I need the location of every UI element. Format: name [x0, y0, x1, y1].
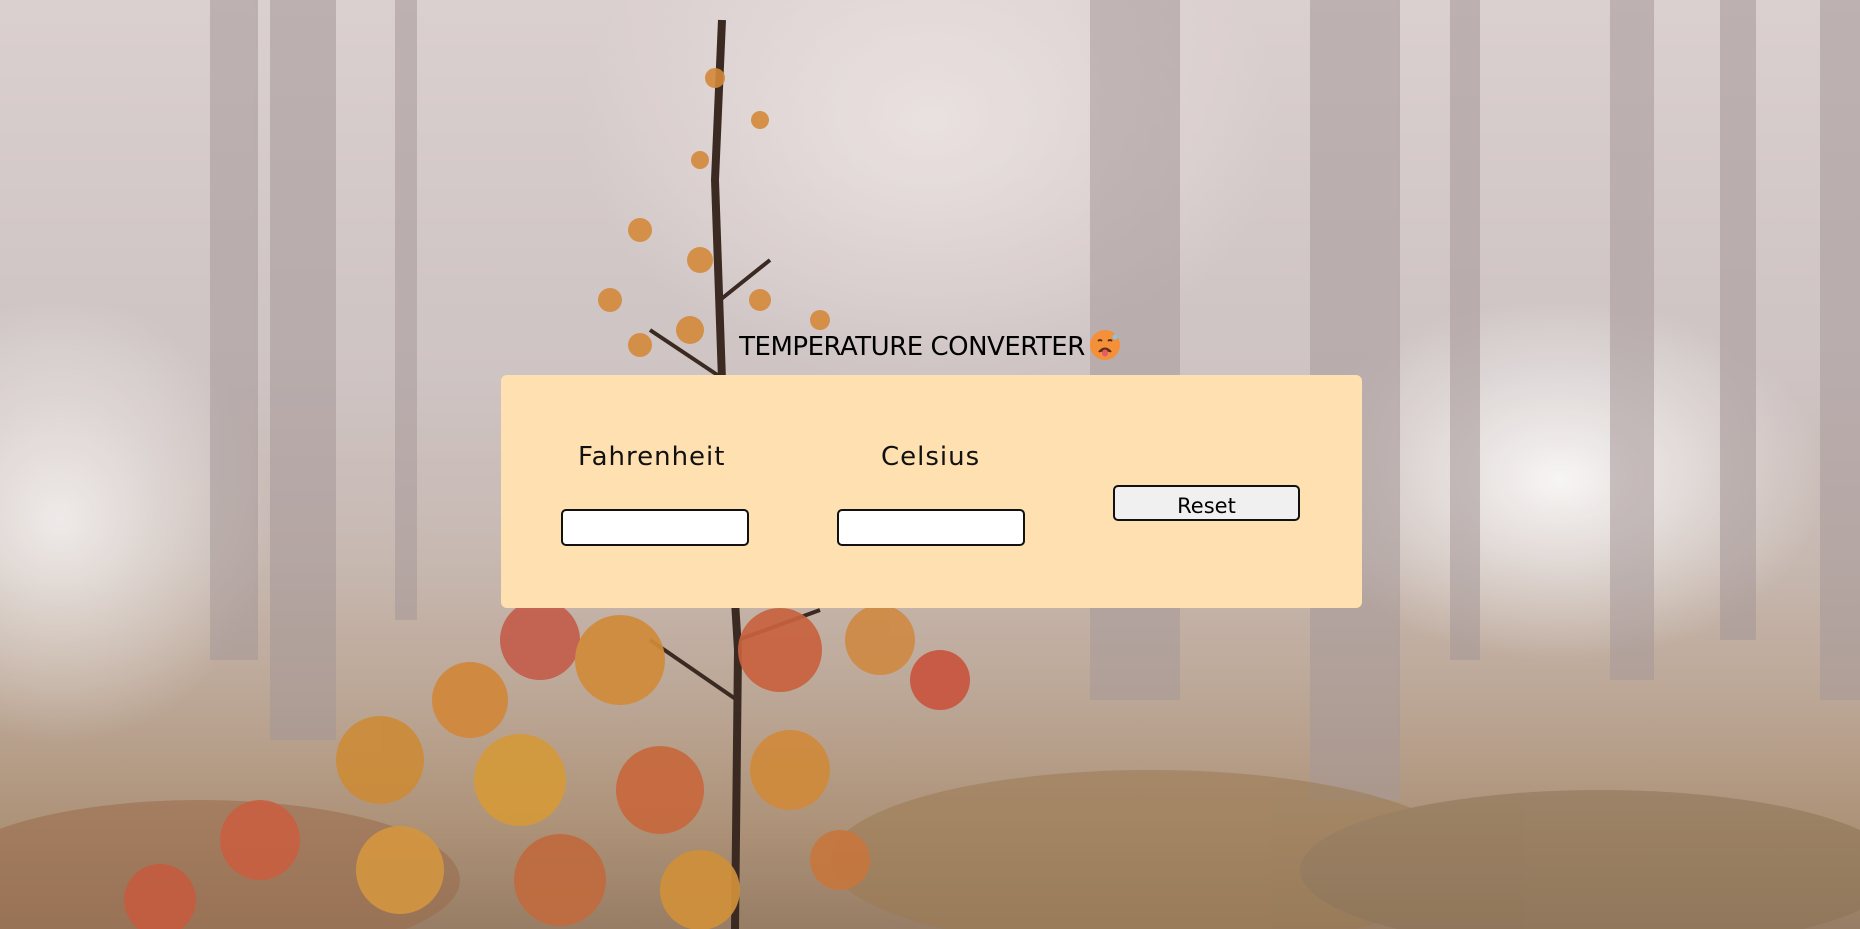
celsius-label: Celsius: [881, 442, 981, 472]
hot-face-emoji-icon: [1089, 329, 1121, 361]
page-title-text: TEMPERATURE CONVERTER: [739, 332, 1085, 362]
page-title: TEMPERATURE CONVERTER: [0, 328, 1860, 366]
celsius-input[interactable]: [837, 509, 1025, 546]
converter-panel: Fahrenheit Celsius Reset: [501, 375, 1362, 608]
fahrenheit-input[interactable]: [561, 509, 749, 546]
fahrenheit-label: Fahrenheit: [578, 442, 726, 472]
reset-button[interactable]: Reset: [1113, 485, 1300, 521]
